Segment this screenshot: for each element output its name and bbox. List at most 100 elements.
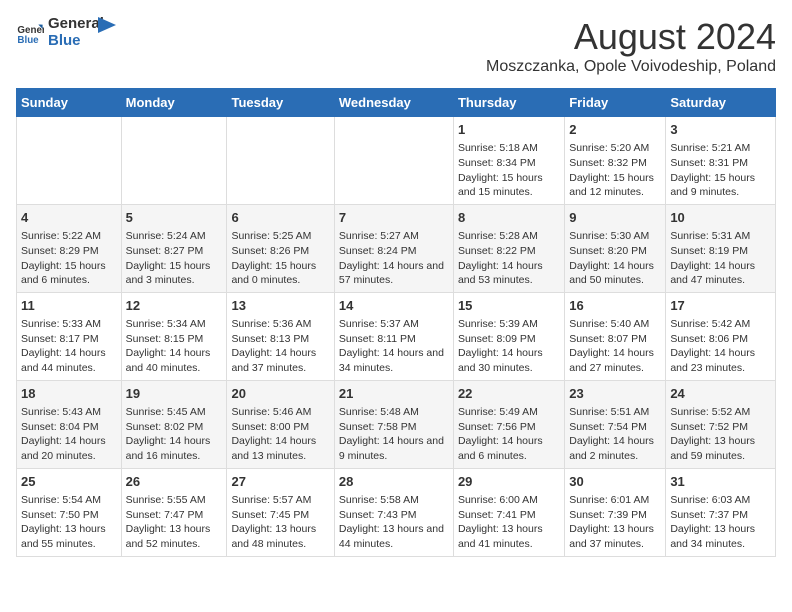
day-info: Sunrise: 5:54 AMSunset: 7:50 PMDaylight:… — [21, 493, 117, 552]
day-info: Sunrise: 5:24 AMSunset: 8:27 PMDaylight:… — [126, 229, 223, 288]
day-info: Sunrise: 5:28 AMSunset: 8:22 PMDaylight:… — [458, 229, 560, 288]
day-info: Sunrise: 5:40 AMSunset: 8:07 PMDaylight:… — [569, 317, 661, 376]
day-number: 5 — [126, 209, 223, 227]
calendar-table: SundayMondayTuesdayWednesdayThursdayFrid… — [16, 88, 776, 557]
header-day-tuesday: Tuesday — [227, 89, 334, 117]
day-info: Sunrise: 5:21 AMSunset: 8:31 PMDaylight:… — [670, 141, 771, 200]
calendar-cell: 12Sunrise: 5:34 AMSunset: 8:15 PMDayligh… — [121, 292, 227, 380]
calendar-cell — [121, 117, 227, 205]
week-row-4: 18 Sunrise: 5:43 AMSunset: 8:04 PMDayligh… — [17, 380, 776, 468]
day-info: Sunrise: 5:36 AMSunset: 8:13 PMDaylight:… — [231, 317, 329, 376]
logo: General Blue General Blue — [16, 16, 116, 49]
day-info: Sunrise: 5:57 AMSunset: 7:45 PMDaylight:… — [231, 493, 329, 552]
calendar-cell: 14Sunrise: 5:37 AMSunset: 8:11 PMDayligh… — [334, 292, 453, 380]
header-day-monday: Monday — [121, 89, 227, 117]
calendar-cell: 20 Sunrise: 5:46 AMSunset: 8:00 PMDayligh… — [227, 380, 334, 468]
day-info: Sunrise: 5:37 AMSunset: 8:11 PMDaylight:… — [339, 317, 449, 376]
day-info: Sunrise: 5:43 AMSunset: 8:04 PMDaylight:… — [21, 405, 117, 464]
day-number: 8 — [458, 209, 560, 227]
day-number: 31 — [670, 473, 771, 491]
day-number: 20 — [231, 385, 329, 403]
calendar-cell: 2Sunrise: 5:20 AMSunset: 8:32 PMDaylight… — [565, 117, 666, 205]
header-day-friday: Friday — [565, 89, 666, 117]
calendar-cell: 13 Sunrise: 5:36 AMSunset: 8:13 PMDayligh… — [227, 292, 334, 380]
day-info: Sunrise: 5:58 AMSunset: 7:43 PMDaylight:… — [339, 493, 449, 552]
day-info: Sunrise: 5:33 AMSunset: 8:17 PMDaylight:… — [21, 317, 117, 376]
calendar-cell: 31 Sunrise: 6:03 AMSunset: 7:37 PMDayligh… — [666, 468, 776, 556]
calendar-cell: 10Sunrise: 5:31 AMSunset: 8:19 PMDayligh… — [666, 204, 776, 292]
day-info: Sunrise: 5:22 AMSunset: 8:29 PMDaylight:… — [21, 229, 117, 288]
svg-text:Blue: Blue — [17, 34, 39, 45]
day-number: 15 — [458, 297, 560, 315]
day-number: 12 — [126, 297, 223, 315]
day-info: Sunrise: 5:46 AMSunset: 8:00 PMDaylight:… — [231, 405, 329, 464]
day-number: 7 — [339, 209, 449, 227]
day-number: 23 — [569, 385, 661, 403]
day-info: Sunrise: 6:03 AMSunset: 7:37 PMDaylight:… — [670, 493, 771, 552]
day-number: 24 — [670, 385, 771, 403]
week-row-5: 25 Sunrise: 5:54 AMSunset: 7:50 PMDayligh… — [17, 468, 776, 556]
day-number: 30 — [569, 473, 661, 491]
main-title: August 2024 — [486, 16, 776, 58]
page-header: General Blue General Blue August 2024 Mo… — [16, 16, 776, 76]
day-info: Sunrise: 5:20 AMSunset: 8:32 PMDaylight:… — [569, 141, 661, 200]
day-number: 19 — [126, 385, 223, 403]
calendar-header: SundayMondayTuesdayWednesdayThursdayFrid… — [17, 89, 776, 117]
day-info: Sunrise: 5:42 AMSunset: 8:06 PMDaylight:… — [670, 317, 771, 376]
header-day-thursday: Thursday — [453, 89, 564, 117]
day-number: 28 — [339, 473, 449, 491]
calendar-cell: 1Sunrise: 5:18 AMSunset: 8:34 PMDaylight… — [453, 117, 564, 205]
calendar-cell: 21 Sunrise: 5:48 AMSunset: 7:58 PMDayligh… — [334, 380, 453, 468]
day-number: 6 — [231, 209, 329, 227]
day-number: 25 — [21, 473, 117, 491]
calendar-body: 1Sunrise: 5:18 AMSunset: 8:34 PMDaylight… — [17, 117, 776, 557]
calendar-cell: 15 Sunrise: 5:39 AMSunset: 8:09 PMDayligh… — [453, 292, 564, 380]
day-info: Sunrise: 5:49 AMSunset: 7:56 PMDaylight:… — [458, 405, 560, 464]
calendar-cell: 23 Sunrise: 5:51 AMSunset: 7:54 PMDayligh… — [565, 380, 666, 468]
day-number: 4 — [21, 209, 117, 227]
calendar-cell: 17 Sunrise: 5:42 AMSunset: 8:06 PMDayligh… — [666, 292, 776, 380]
day-number: 26 — [126, 473, 223, 491]
day-info: Sunrise: 5:48 AMSunset: 7:58 PMDaylight:… — [339, 405, 449, 464]
day-number: 11 — [21, 297, 117, 315]
day-number: 13 — [231, 297, 329, 315]
logo-flag-icon — [98, 17, 116, 41]
day-number: 3 — [670, 121, 771, 139]
logo-icon: General Blue — [16, 19, 44, 47]
calendar-cell: 22Sunrise: 5:49 AMSunset: 7:56 PMDayligh… — [453, 380, 564, 468]
subtitle: Moszczanka, Opole Voivodeship, Poland — [486, 58, 776, 76]
calendar-cell: 8 Sunrise: 5:28 AMSunset: 8:22 PMDaylight… — [453, 204, 564, 292]
day-info: Sunrise: 5:30 AMSunset: 8:20 PMDaylight:… — [569, 229, 661, 288]
title-section: August 2024 Moszczanka, Opole Voivodeshi… — [486, 16, 776, 76]
calendar-cell: 27 Sunrise: 5:57 AMSunset: 7:45 PMDayligh… — [227, 468, 334, 556]
day-info: Sunrise: 5:25 AMSunset: 8:26 PMDaylight:… — [231, 229, 329, 288]
day-number: 21 — [339, 385, 449, 403]
calendar-cell: 3 Sunrise: 5:21 AMSunset: 8:31 PMDaylight… — [666, 117, 776, 205]
logo-text-blue: Blue — [48, 33, 104, 50]
day-info: Sunrise: 6:01 AMSunset: 7:39 PMDaylight:… — [569, 493, 661, 552]
day-info: Sunrise: 5:18 AMSunset: 8:34 PMDaylight:… — [458, 141, 560, 200]
calendar-cell: 11 Sunrise: 5:33 AMSunset: 8:17 PMDayligh… — [17, 292, 122, 380]
calendar-cell: 4 Sunrise: 5:22 AMSunset: 8:29 PMDaylight… — [17, 204, 122, 292]
calendar-cell: 6 Sunrise: 5:25 AMSunset: 8:26 PMDaylight… — [227, 204, 334, 292]
day-number: 9 — [569, 209, 661, 227]
logo-text-general: General — [48, 16, 104, 33]
day-number: 17 — [670, 297, 771, 315]
calendar-cell: 24 Sunrise: 5:52 AMSunset: 7:52 PMDayligh… — [666, 380, 776, 468]
header-row: SundayMondayTuesdayWednesdayThursdayFrid… — [17, 89, 776, 117]
calendar-cell — [17, 117, 122, 205]
calendar-cell: 30 Sunrise: 6:01 AMSunset: 7:39 PMDayligh… — [565, 468, 666, 556]
day-number: 16 — [569, 297, 661, 315]
day-number: 18 — [21, 385, 117, 403]
calendar-cell: 5 Sunrise: 5:24 AMSunset: 8:27 PMDaylight… — [121, 204, 227, 292]
day-info: Sunrise: 5:51 AMSunset: 7:54 PMDaylight:… — [569, 405, 661, 464]
day-info: Sunrise: 5:52 AMSunset: 7:52 PMDaylight:… — [670, 405, 771, 464]
day-number: 27 — [231, 473, 329, 491]
day-info: Sunrise: 5:27 AMSunset: 8:24 PMDaylight:… — [339, 229, 449, 288]
header-day-saturday: Saturday — [666, 89, 776, 117]
day-number: 29 — [458, 473, 560, 491]
day-info: Sunrise: 5:55 AMSunset: 7:47 PMDaylight:… — [126, 493, 223, 552]
day-info: Sunrise: 5:39 AMSunset: 8:09 PMDaylight:… — [458, 317, 560, 376]
calendar-cell: 28 Sunrise: 5:58 AMSunset: 7:43 PMDayligh… — [334, 468, 453, 556]
calendar-cell: 18 Sunrise: 5:43 AMSunset: 8:04 PMDayligh… — [17, 380, 122, 468]
